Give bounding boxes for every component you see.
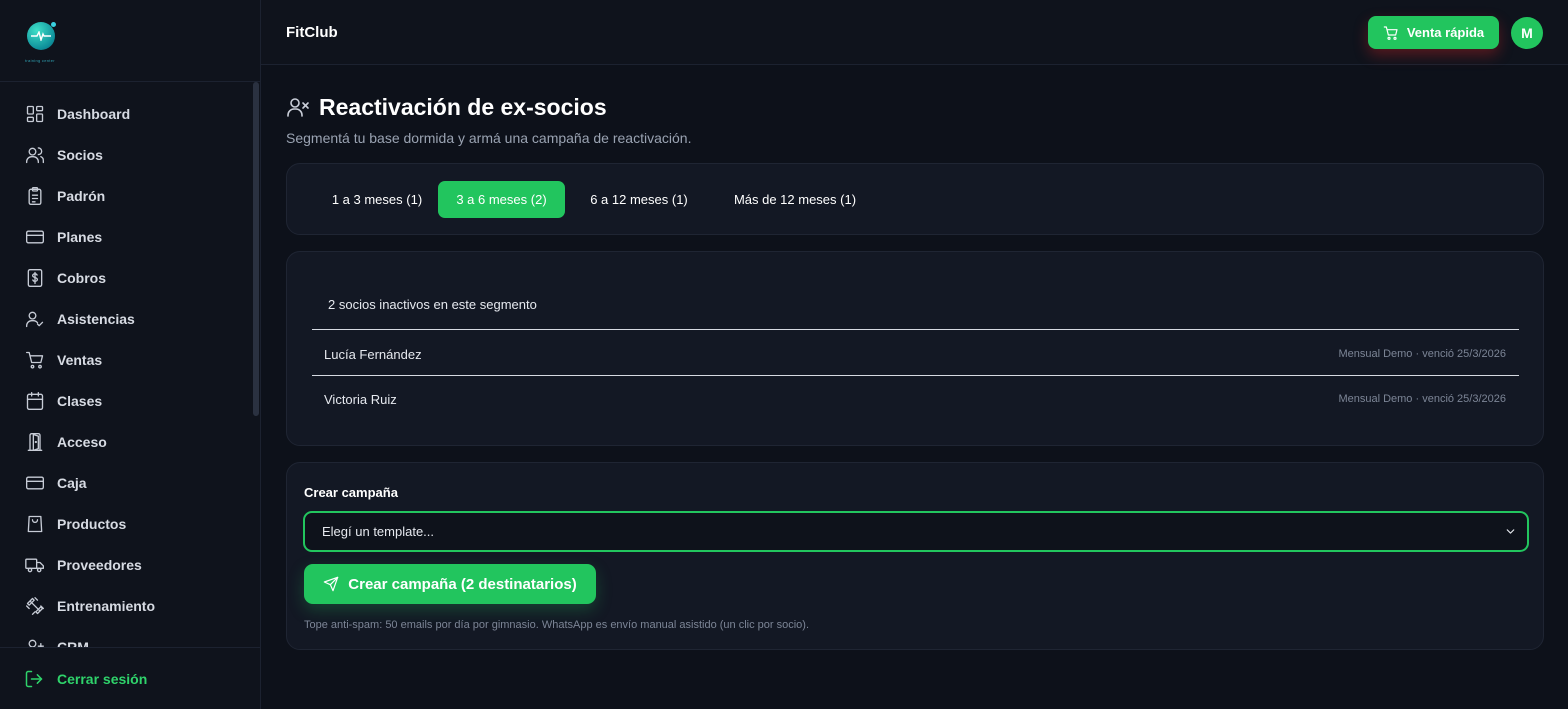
tab-1-3-months[interactable]: 1 a 3 meses (1) — [305, 181, 449, 218]
member-meta: Mensual Demo · venció 25/3/2026 — [1338, 348, 1506, 360]
sidebar-item-label: Asistencias — [57, 310, 135, 327]
sidebar-item-padron[interactable]: Padrón — [0, 175, 250, 216]
cart-icon — [24, 349, 45, 370]
sidebar-item-label: Dashboard — [57, 105, 131, 122]
sidebar-item-asistencias[interactable]: Asistencias — [0, 298, 250, 339]
page-title: Reactivación de ex-socios — [319, 94, 607, 120]
template-select[interactable]: Elegí un template... — [303, 511, 1529, 552]
sidebar-item-planes[interactable]: Planes — [0, 216, 250, 257]
top-header: FitClub Venta rápida M — [261, 0, 1568, 65]
credit-card-icon — [24, 226, 45, 247]
sidebar: training center Dashboard Socios Padrón … — [0, 0, 261, 709]
avatar[interactable]: M — [1511, 17, 1543, 49]
logo-area: training center — [0, 0, 260, 82]
sidebar-item-label: Ventas — [57, 351, 103, 368]
truck-icon — [24, 554, 45, 575]
sidebar-item-label: Planes — [57, 228, 103, 245]
tab-more-12-months[interactable]: Más de 12 meses (1) — [715, 181, 875, 218]
sidebar-item-label: Clases — [57, 392, 103, 409]
sidebar-item-dashboard[interactable]: Dashboard — [0, 93, 250, 134]
sidebar-item-label: Productos — [57, 515, 127, 532]
chevron-down-icon — [1504, 525, 1517, 541]
member-name[interactable]: Lucía Fernández — [324, 347, 422, 362]
segment-count: 2 socios inactivos en este segmento — [328, 297, 537, 312]
template-select-value: Elegí un template... — [322, 524, 435, 539]
segment-members-card: 2 socios inactivos en este segmento Lucí… — [286, 251, 1544, 446]
dashboard-icon — [24, 103, 45, 124]
dumbbell-icon — [24, 595, 45, 616]
user-check-icon — [24, 308, 45, 329]
shopping-bag-icon — [24, 513, 45, 534]
calendar-icon — [24, 390, 45, 411]
sidebar-item-label: Cobros — [57, 269, 106, 286]
anti-spam-note: Tope anti-spam: 50 emails por día por gi… — [304, 619, 810, 631]
tab-3-6-months[interactable]: 3 a 6 meses (2) — [438, 181, 565, 218]
sidebar-item-socios[interactable]: Socios — [0, 134, 250, 175]
sidebar-item-productos[interactable]: Productos — [0, 503, 250, 544]
quick-sale-label: Venta rápida — [1406, 25, 1485, 40]
sidebar-scroll-thumb[interactable] — [253, 82, 259, 416]
door-icon — [24, 431, 45, 452]
create-campaign-label: Crear campaña (2 destinatarios) — [348, 575, 577, 593]
sidebar-item-proveedores[interactable]: Proveedores — [0, 544, 250, 585]
sidebar-item-label: Padrón — [57, 187, 106, 204]
dollar-icon — [24, 267, 45, 288]
sidebar-scrollbar[interactable] — [252, 82, 260, 647]
sidebar-item-cobros[interactable]: Cobros — [0, 257, 250, 298]
sidebar-item-ventas[interactable]: Ventas — [0, 339, 250, 380]
send-icon — [324, 576, 339, 592]
clipboard-icon — [24, 185, 45, 206]
sidebar-item-label: Caja — [57, 474, 87, 491]
users-icon — [24, 144, 45, 165]
cash-register-icon — [24, 472, 45, 493]
member-meta: Mensual Demo · venció 25/3/2026 — [1338, 393, 1506, 405]
sidebar-item-label: Socios — [57, 146, 103, 163]
sidebar-item-acceso[interactable]: Acceso — [0, 421, 250, 462]
divider — [312, 375, 1519, 376]
sidebar-item-clases[interactable]: Clases — [0, 380, 250, 421]
campaign-label: Crear campaña — [304, 485, 398, 500]
divider — [312, 329, 1519, 330]
logout-button[interactable]: Cerrar sesión — [0, 647, 261, 709]
logo-tagline: training center — [25, 58, 55, 63]
campaign-card: Crear campaña Elegí un template... Crear… — [286, 462, 1544, 650]
cart-icon — [1383, 25, 1398, 40]
logo-dot — [51, 22, 56, 27]
segment-tabs: 1 a 3 meses (1) 3 a 6 meses (2) 6 a 12 m… — [286, 163, 1544, 235]
quick-sale-button[interactable]: Venta rápida — [1368, 16, 1499, 49]
logout-icon — [25, 670, 43, 687]
sidebar-item-caja[interactable]: Caja — [0, 462, 250, 503]
sidebar-item-label: Acceso — [57, 433, 107, 450]
sidebar-nav: Dashboard Socios Padrón Planes Cobros As… — [0, 93, 250, 648]
member-name[interactable]: Victoria Ruiz — [324, 392, 397, 407]
sidebar-item-crm[interactable]: CRM — [0, 626, 250, 648]
sidebar-item-label: Entrenamiento — [57, 597, 156, 614]
user-x-icon — [286, 95, 310, 124]
sidebar-item-label: Proveedores — [57, 556, 142, 573]
page-subtitle: Segmentá tu base dormida y armá una camp… — [286, 130, 692, 146]
brand-name: FitClub — [286, 24, 338, 41]
logout-label: Cerrar sesión — [57, 670, 148, 687]
sidebar-item-entrenamiento[interactable]: Entrenamiento — [0, 585, 250, 626]
create-campaign-button[interactable]: Crear campaña (2 destinatarios) — [304, 564, 596, 604]
tab-6-12-months[interactable]: 6 a 12 meses (1) — [575, 181, 703, 218]
